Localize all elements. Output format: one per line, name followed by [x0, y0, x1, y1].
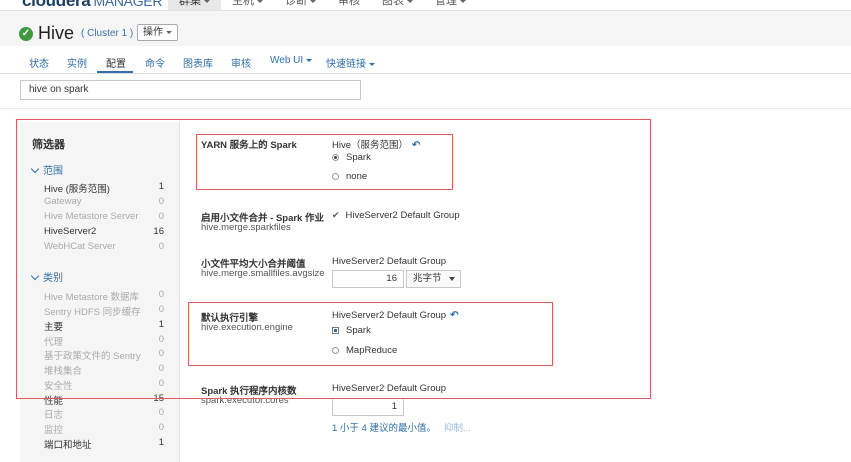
caret-down-icon [369, 62, 375, 66]
radio-selected-icon [332, 154, 339, 161]
chevron-down-icon [449, 277, 455, 281]
property-key: spark.executor.cores [201, 395, 289, 406]
radio-option-spark[interactable]: Spark [332, 152, 371, 163]
property-scope: Hive（服务范围） ↶ [332, 140, 421, 151]
filter-item[interactable]: HiveServer2 16 [44, 226, 164, 240]
filter-item[interactable]: 主要 1 [44, 319, 164, 333]
radio-icon [332, 347, 339, 354]
radio-option-mapreduce[interactable]: MapReduce [332, 345, 397, 356]
validation-hint: 1 小于 4 建议的最小值。 抑制... [332, 423, 471, 434]
radio-selected-icon [332, 327, 339, 334]
filter-sidebar: 筛选器 范围 Hive (服务范围) 1 Gateway 0 Hive Metast… [20, 122, 180, 462]
filter-item[interactable]: 监控 0 [44, 422, 164, 436]
tab-chart-library[interactable]: 图表库 [183, 55, 213, 70]
filter-item[interactable]: 基于政策文件的 Sentry 0 [44, 348, 164, 362]
checkbox-checked-icon: ✔ [332, 210, 340, 220]
service-tabs: 状态 实例 配置 命令 图表库 审核 Web UI 快速链接 [0, 46, 851, 74]
menu-diagnostics[interactable]: 诊断 [274, 0, 327, 10]
filter-item[interactable]: Gateway 0 [44, 196, 164, 210]
caret-down-icon [460, 0, 466, 3]
tab-configuration[interactable]: 配置 [106, 55, 126, 70]
property-key: hive.merge.smallfiles.avgsize [201, 268, 325, 279]
chevron-down-icon [30, 164, 40, 174]
tab-instances[interactable]: 实例 [67, 55, 87, 70]
filter-item[interactable]: Hive Metastore Server 0 [44, 211, 164, 225]
top-navbar: cloudera MANAGER 群集 主机 诊断 审核 图表 管理 [0, 0, 851, 10]
active-tab-indicator [97, 71, 133, 73]
config-search-input[interactable]: hive on spark [20, 80, 361, 100]
radio-option-none[interactable]: none [332, 171, 367, 182]
filter-item[interactable]: 堆栈集合 0 [44, 363, 164, 377]
filter-item[interactable]: 安全性 0 [44, 378, 164, 392]
filter-item[interactable]: 日志 0 [44, 407, 164, 421]
caret-down-icon [166, 30, 172, 34]
property-scope: HiveServer2 Default Group [332, 256, 447, 267]
cloudera-logo[interactable]: cloudera MANAGER [22, 0, 162, 10]
top-menu: 群集 主机 诊断 审核 图表 管理 [168, 0, 477, 10]
filter-item[interactable]: Hive (服务范围) 1 [44, 181, 164, 195]
tab-status[interactable]: 状态 [29, 55, 49, 70]
property-scope: HiveServer2 Default Group [332, 383, 447, 394]
caret-down-icon [257, 0, 263, 3]
filter-item[interactable]: 端口和地址 1 [44, 437, 164, 451]
service-header: ✓ Hive ( Cluster 1 ) 操作 [0, 10, 851, 46]
radio-option-spark[interactable]: Spark [332, 325, 371, 336]
menu-charts[interactable]: 图表 [371, 0, 424, 10]
actions-dropdown-button[interactable]: 操作 [137, 24, 178, 41]
property-key: hive.merge.sparkfiles [201, 222, 291, 233]
divider [0, 108, 851, 109]
menu-clusters[interactable]: 群集 [168, 0, 221, 10]
property-scope: HiveServer2 Default Group ↶ [332, 310, 459, 321]
executor-cores-input[interactable]: 1 [332, 398, 404, 416]
tab-commands[interactable]: 命令 [145, 55, 165, 70]
caret-down-icon [204, 0, 210, 3]
property-name: YARN 服务上的 Spark [201, 140, 297, 151]
scope-section-toggle[interactable]: 范围 [30, 162, 63, 177]
filter-item[interactable]: 性能 15 [44, 393, 164, 407]
menu-audits[interactable]: 审核 [327, 0, 371, 10]
merge-sparkfiles-checkbox[interactable]: ✔ HiveServer2 Default Group [332, 210, 460, 221]
tab-web-ui[interactable]: Web UI [270, 55, 313, 66]
undo-icon[interactable]: ↶ [412, 140, 420, 151]
filter-item[interactable]: WebHCat Server 0 [44, 241, 164, 255]
cluster-link[interactable]: ( Cluster 1 ) [81, 28, 133, 39]
suppress-link[interactable]: 抑制... [444, 423, 471, 434]
chevron-down-icon [30, 271, 40, 281]
menu-hosts[interactable]: 主机 [221, 0, 274, 10]
property-key: hive.execution.engine [201, 322, 293, 333]
category-section-toggle[interactable]: 类别 [30, 269, 63, 284]
undo-icon[interactable]: ↶ [450, 310, 458, 321]
filter-title: 筛选器 [32, 139, 65, 151]
tab-quick-links[interactable]: 快速链接 [326, 55, 375, 70]
radio-icon [332, 173, 339, 180]
tab-audits[interactable]: 审核 [231, 55, 251, 70]
caret-down-icon [310, 0, 316, 3]
menu-administration[interactable]: 管理 [424, 0, 477, 10]
filter-item[interactable]: Hive Metastore 数据库 0 [44, 289, 164, 303]
service-title: Hive [38, 23, 75, 43]
avgsize-input[interactable]: 16 [332, 270, 404, 288]
unit-select[interactable]: 兆字节 [406, 270, 461, 288]
filter-item[interactable]: Sentry HDFS 同步缓存 0 [44, 304, 164, 318]
filter-item[interactable]: 代理 0 [44, 334, 164, 348]
health-ok-icon: ✓ [19, 27, 33, 41]
caret-down-icon [306, 58, 313, 62]
caret-down-icon [407, 0, 413, 3]
